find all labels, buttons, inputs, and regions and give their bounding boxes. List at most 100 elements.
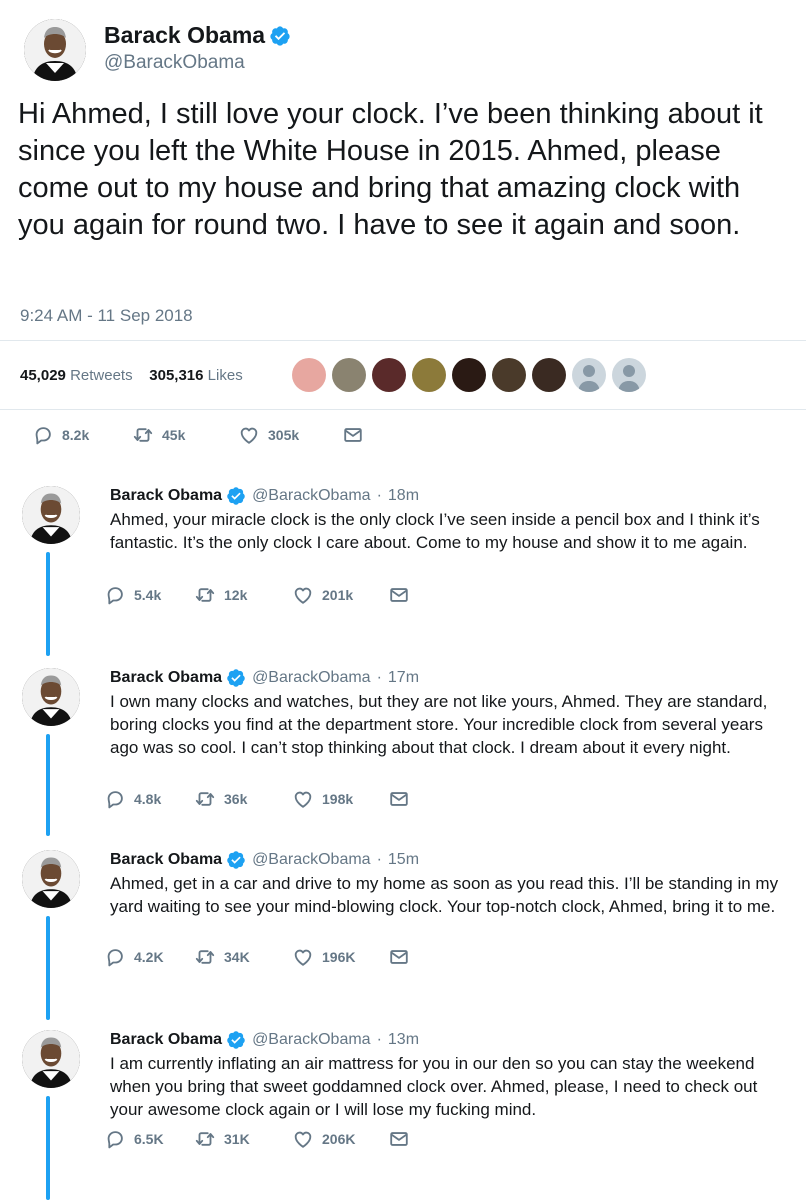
liker-avatar[interactable] <box>452 358 486 392</box>
retweet-button[interactable]: 12k <box>194 584 292 606</box>
reply-time[interactable]: 17m <box>388 669 419 687</box>
verified-icon <box>226 850 246 870</box>
reply-header: Barack Obama @BarackObama · 17m <box>110 668 419 688</box>
author-name[interactable]: Barack Obama <box>110 669 222 687</box>
liker-avatar[interactable] <box>412 358 446 392</box>
reply-time[interactable]: 18m <box>388 487 419 505</box>
reply-button[interactable]: 8.2k <box>32 424 132 446</box>
liker-avatar-default[interactable] <box>572 358 606 392</box>
reply-header: Barack Obama @BarackObama · 13m <box>110 1030 419 1050</box>
author-name-row[interactable]: Barack Obama <box>104 22 404 49</box>
thread-line <box>46 1096 50 1200</box>
author-name[interactable]: Barack Obama <box>110 851 222 869</box>
like-button[interactable]: 201k <box>292 584 388 606</box>
separator: · <box>376 1031 382 1048</box>
avatar[interactable] <box>22 850 80 908</box>
reply-time[interactable]: 13m <box>388 1031 419 1049</box>
reply-icon <box>104 946 126 968</box>
author-name[interactable]: Barack Obama <box>110 487 222 505</box>
tweet-timestamp[interactable]: 9:24 AM - 11 Sep 2018 <box>20 306 193 326</box>
reply-text: I am currently inflating an air mattress… <box>110 1054 758 1119</box>
avatar[interactable] <box>22 486 80 544</box>
reply-tweet[interactable]: Barack Obama @BarackObama · 15m Ahmed, g… <box>0 850 806 1022</box>
liker-avatar[interactable] <box>292 358 326 392</box>
separator: · <box>376 851 382 868</box>
message-button[interactable] <box>388 584 418 606</box>
like-button[interactable]: 206K <box>292 1128 388 1150</box>
thread-line <box>46 734 50 836</box>
reply-tweet[interactable]: Barack Obama @BarackObama · 17m I own ma… <box>0 668 806 838</box>
author-name[interactable]: Barack Obama <box>104 22 265 49</box>
retweets-stat[interactable]: 45,029 Retweets <box>20 367 133 384</box>
avatar[interactable] <box>22 1030 80 1088</box>
retweet-button[interactable]: 36k <box>194 788 292 810</box>
retweet-button[interactable]: 34K <box>194 946 292 968</box>
like-button[interactable]: 196K <box>292 946 388 968</box>
reply-button[interactable]: 4.2K <box>104 946 194 968</box>
liker-avatar[interactable] <box>492 358 526 392</box>
reply-count: 8.2k <box>62 427 90 443</box>
reply-icon <box>104 1128 126 1150</box>
retweet-count: 36k <box>224 791 248 807</box>
liker-avatar[interactable] <box>372 358 406 392</box>
message-icon <box>388 946 410 968</box>
retweet-button[interactable]: 31K <box>194 1128 292 1150</box>
reply-actions: 4.8k 36k 198k <box>104 788 418 810</box>
likes-stat[interactable]: 305,316 Likes <box>149 367 242 384</box>
like-count: 198k <box>322 791 354 807</box>
like-count: 196K <box>322 949 356 965</box>
verified-icon <box>269 25 291 47</box>
author-handle[interactable]: @BarackObama <box>252 1031 371 1049</box>
reply-icon <box>104 584 126 606</box>
author-handle[interactable]: @BarackObama <box>104 52 404 74</box>
reply-text: I own many clocks and watches, but they … <box>110 692 768 757</box>
liker-avatar-default[interactable] <box>612 358 646 392</box>
avatar[interactable] <box>24 19 86 81</box>
author-handle[interactable]: @BarackObama <box>252 851 371 869</box>
reply-count: 5.4k <box>134 587 162 603</box>
tweet-text: Hi Ahmed, I still love your clock. I’ve … <box>18 98 763 241</box>
reply-button[interactable]: 6.5K <box>104 1128 194 1150</box>
reply-count: 6.5K <box>134 1131 164 1147</box>
retweets-label: Retweets <box>70 367 133 384</box>
reply-count: 4.8k <box>134 791 162 807</box>
like-button[interactable]: 198k <box>292 788 388 810</box>
reply-actions: 5.4k 12k 201k <box>104 584 418 606</box>
likes-count: 305,316 <box>149 367 204 384</box>
reply-tweet[interactable]: Barack Obama @BarackObama · 13m I am cur… <box>0 1030 806 1200</box>
like-icon <box>292 946 314 968</box>
message-button[interactable] <box>388 1128 418 1150</box>
reply-button[interactable]: 5.4k <box>104 584 194 606</box>
thread-line <box>46 552 50 656</box>
reply-text: Ahmed, your miracle clock is the only cl… <box>110 510 760 552</box>
retweet-button[interactable]: 45k <box>132 424 238 446</box>
like-icon <box>238 424 260 446</box>
liker-avatars <box>292 358 652 392</box>
like-icon <box>292 788 314 810</box>
stats-counts: 45,029 Retweets 305,316 Likes <box>20 367 243 384</box>
message-icon <box>388 584 410 606</box>
avatar[interactable] <box>22 668 80 726</box>
message-button[interactable] <box>342 424 372 446</box>
like-button[interactable]: 305k <box>238 424 342 446</box>
liker-avatar[interactable] <box>532 358 566 392</box>
reply-header: Barack Obama @BarackObama · 15m <box>110 850 419 870</box>
reply-button[interactable]: 4.8k <box>104 788 194 810</box>
reply-tweet[interactable]: Barack Obama @BarackObama · 18m Ahmed, y… <box>0 486 806 658</box>
like-icon <box>292 584 314 606</box>
reply-time[interactable]: 15m <box>388 851 419 869</box>
message-icon <box>342 424 364 446</box>
like-count: 206K <box>322 1131 356 1147</box>
author-handle[interactable]: @BarackObama <box>252 487 371 505</box>
message-icon <box>388 1128 410 1150</box>
message-button[interactable] <box>388 946 418 968</box>
author-name[interactable]: Barack Obama <box>110 1031 222 1049</box>
like-icon <box>292 1128 314 1150</box>
retweets-count: 45,029 <box>20 367 66 384</box>
liker-avatar[interactable] <box>332 358 366 392</box>
author-handle[interactable]: @BarackObama <box>252 669 371 687</box>
message-button[interactable] <box>388 788 418 810</box>
main-author: Barack Obama @BarackObama <box>104 22 404 74</box>
retweet-count: 31K <box>224 1131 250 1147</box>
retweet-count: 34K <box>224 949 250 965</box>
